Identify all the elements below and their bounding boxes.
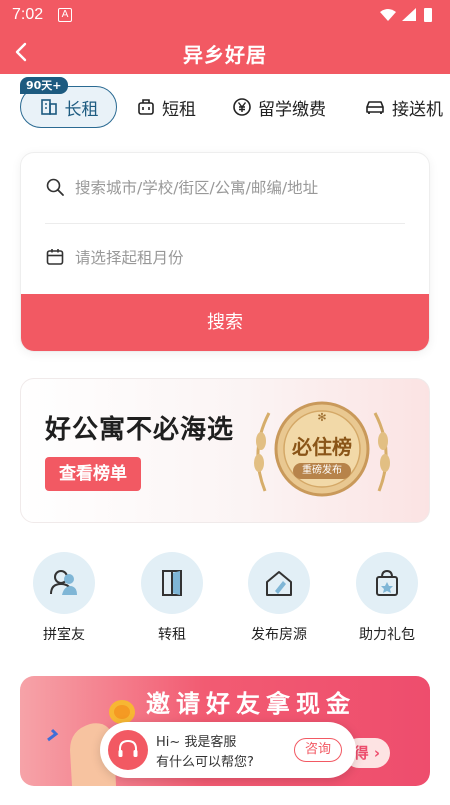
date-placeholder: 请选择起租月份: [75, 249, 184, 267]
action-sublet[interactable]: 转租: [127, 552, 217, 644]
svg-text:✻: ✻: [317, 411, 326, 424]
divider: [45, 223, 405, 224]
car-icon: [366, 101, 384, 114]
tab-airport-pickup[interactable]: 接送机: [364, 86, 443, 128]
tab-label: 长租: [64, 99, 99, 120]
action-circle: [356, 552, 418, 614]
wifi-icon: [380, 9, 396, 21]
door-icon: [162, 570, 182, 596]
medal-subtitle: 重磅发布: [293, 463, 351, 479]
consult-button[interactable]: 咨询: [293, 738, 342, 762]
tab-label: 接送机: [392, 99, 443, 120]
medal-title: 必住榜: [292, 435, 352, 459]
tab-short-rent[interactable]: 短租: [136, 86, 196, 128]
status-bar: 7:02 A: [0, 0, 450, 30]
search-card: 搜索城市/学校/街区/公寓/邮编/地址 请选择起租月份 搜索: [20, 152, 430, 352]
action-label: 助力礼包: [359, 627, 415, 643]
house-edit-icon: [266, 571, 292, 596]
yen-icon: [233, 98, 251, 116]
system-icons: [380, 8, 432, 22]
notification-icon: A: [58, 8, 72, 22]
battery-icon: [424, 8, 432, 22]
status-time: 7:02: [12, 6, 44, 23]
gift-bag-icon: [376, 569, 398, 596]
location-placeholder: 搜索城市/学校/街区/公寓/邮编/地址: [75, 179, 319, 197]
action-circle: [248, 552, 310, 614]
search-button[interactable]: 搜索: [21, 294, 429, 351]
chevron-right-icon: ›: [373, 744, 380, 762]
building-icon: [40, 99, 57, 115]
action-circle: [141, 552, 203, 614]
roommate-icon: [50, 570, 77, 595]
headset-icon: [108, 730, 148, 770]
calendar-icon: [46, 249, 64, 265]
top-nav: 异乡好居: [0, 30, 450, 74]
long-rent-badge: 90天+: [20, 77, 68, 94]
invite-title: 邀请好友拿现金: [146, 690, 356, 718]
tab-label: 短租: [162, 99, 196, 120]
action-post-listing[interactable]: 发布房源: [234, 552, 324, 644]
tab-label: 留学缴费: [258, 99, 326, 120]
action-circle: [33, 552, 95, 614]
signal-icon: [402, 8, 416, 21]
action-label: 转租: [158, 627, 186, 643]
cs-greeting: Hi~ 我是客服: [156, 735, 237, 750]
cs-question: 有什么可以帮您?: [156, 755, 254, 770]
quick-actions: 拼室友 转租 发布房源 助力礼包: [0, 552, 450, 652]
page-title: 异乡好居: [183, 43, 267, 67]
start-month-picker[interactable]: 请选择起租月份: [45, 237, 405, 277]
search-icon: [46, 178, 64, 196]
tab-study-payment[interactable]: 留学缴费: [232, 86, 326, 128]
banner-headline: 好公寓不必海选: [45, 415, 235, 445]
action-roommate[interactable]: 拼室友: [19, 552, 109, 644]
location-search-input[interactable]: 搜索城市/学校/街区/公寓/邮编/地址: [45, 167, 405, 207]
customer-service-widget[interactable]: Hi~ 我是客服 有什么可以帮您? 咨询: [100, 722, 356, 778]
action-label: 发布房源: [251, 627, 307, 643]
action-gift-pack[interactable]: 助力礼包: [342, 552, 432, 644]
ranking-banner[interactable]: 好公寓不必海选 查看榜单 ✻ 必住榜 重磅发布: [20, 378, 430, 523]
action-label: 拼室友: [43, 627, 85, 643]
suitcase-icon: [138, 99, 154, 115]
view-ranking-button[interactable]: 查看榜单: [45, 457, 141, 491]
